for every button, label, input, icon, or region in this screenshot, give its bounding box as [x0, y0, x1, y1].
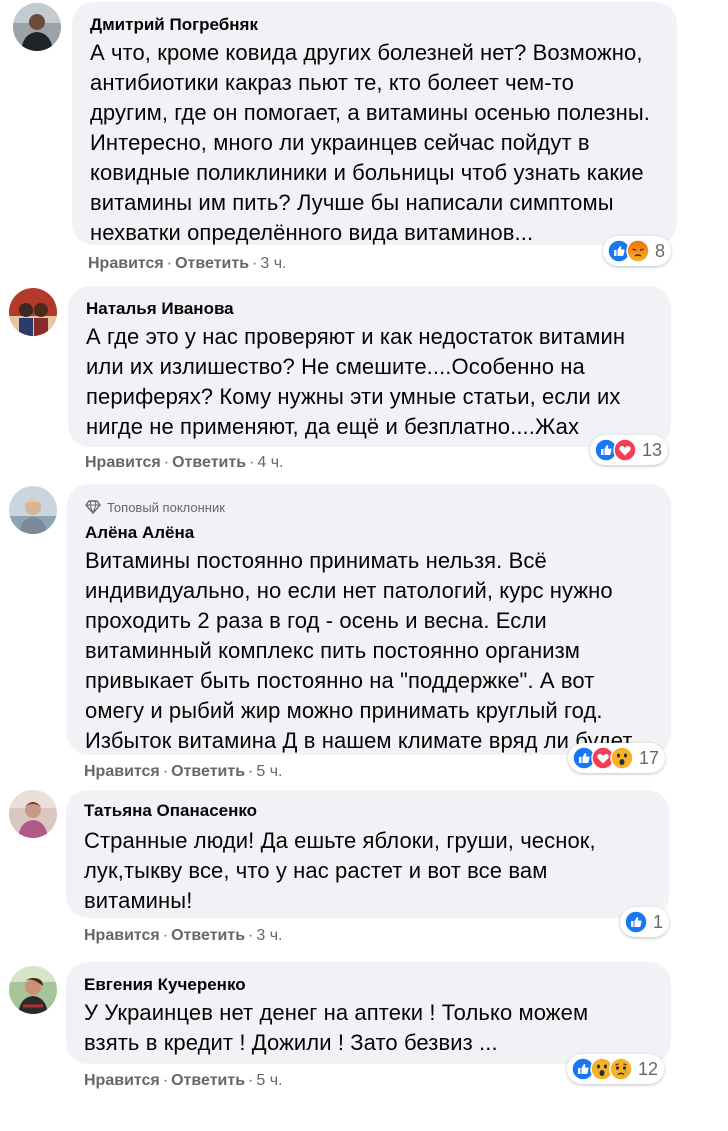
like-button[interactable]: Нравится	[84, 1072, 160, 1089]
comment-actions: Нравится · Ответить · 5 ч.	[84, 763, 283, 780]
author-name[interactable]: Дмитрий Погребняк	[90, 14, 659, 36]
comment-actions: Нравится · Ответить · 5 ч.	[84, 1072, 283, 1089]
comment-text: Витамины постоянно принимать нельзя. Всё…	[85, 548, 637, 753]
reactions-summary[interactable]: 12	[567, 1054, 665, 1084]
timestamp[interactable]: 3 ч.	[260, 255, 286, 272]
love-icon	[613, 438, 637, 462]
top-fan-badge[interactable]: Топовый поклонник	[85, 496, 653, 518]
like-icon	[624, 910, 648, 934]
reaction-count: 1	[653, 911, 664, 932]
reactions-summary[interactable]: 17	[568, 743, 666, 773]
reaction-count: 12	[638, 1058, 659, 1079]
like-button[interactable]: Нравится	[88, 255, 164, 272]
badge-label: Топовый поклонник	[107, 499, 225, 515]
comment-actions: Нравится · Ответить · 4 ч.	[85, 454, 284, 471]
comment-text: У Украинцев нет денег на аптеки ! Только…	[84, 1000, 589, 1055]
reaction-count: 8	[655, 240, 666, 261]
comment-bubble: Евгения Кучеренко У Украинцев нет денег …	[66, 962, 671, 1064]
reply-button[interactable]: Ответить	[171, 927, 245, 944]
sad-icon	[609, 1057, 633, 1081]
comment-text: А что, кроме ковида других болезней нет?…	[90, 40, 650, 245]
reactions-summary[interactable]: 13	[590, 435, 669, 465]
comment-actions: Нравится · Ответить · 3 ч.	[84, 927, 283, 944]
reply-button[interactable]: Ответить	[175, 255, 249, 272]
author-name[interactable]: Наталья Иванова	[86, 298, 653, 320]
avatar[interactable]	[9, 288, 57, 336]
comment-text: Странные люди! Да ешьте яблоки, груши, ч…	[84, 828, 596, 913]
author-name[interactable]: Татьяна Опанасенко	[84, 800, 651, 822]
timestamp[interactable]: 4 ч.	[257, 454, 283, 471]
reactions-summary[interactable]: 8	[603, 236, 672, 266]
reply-button[interactable]: Ответить	[172, 454, 246, 471]
reactions-summary[interactable]: 1	[620, 907, 670, 937]
comment-bubble: Топовый поклонник Алёна Алёна Витамины п…	[67, 484, 671, 755]
reply-button[interactable]: Ответить	[171, 763, 245, 780]
reaction-count: 17	[639, 747, 660, 768]
comment-actions: Нравится · Ответить · 3 ч.	[88, 255, 287, 272]
like-button[interactable]: Нравится	[85, 454, 161, 471]
author-name[interactable]: Евгения Кучеренко	[84, 974, 653, 996]
comment-bubble: Дмитрий Погребняк А что, кроме ковида др…	[72, 2, 677, 245]
reaction-count: 13	[642, 439, 663, 460]
comment-bubble: Татьяна Опанасенко Странные люди! Да ешь…	[66, 790, 669, 918]
timestamp[interactable]: 5 ч.	[256, 763, 282, 780]
diamond-icon	[85, 500, 101, 515]
angry-icon	[626, 239, 650, 263]
wow-icon	[610, 746, 634, 770]
comment-bubble: Наталья Иванова А где это у нас проверяю…	[68, 286, 671, 447]
comment-text: А где это у нас проверяют и как недостат…	[86, 324, 626, 439]
like-button[interactable]: Нравится	[84, 763, 160, 780]
author-name[interactable]: Алёна Алёна	[85, 522, 653, 544]
like-button[interactable]: Нравится	[84, 927, 160, 944]
timestamp[interactable]: 5 ч.	[256, 1072, 282, 1089]
timestamp[interactable]: 3 ч.	[256, 927, 282, 944]
avatar[interactable]	[13, 3, 61, 51]
reply-button[interactable]: Ответить	[171, 1072, 245, 1089]
avatar[interactable]	[9, 790, 57, 838]
avatar[interactable]	[9, 966, 57, 1014]
avatar[interactable]	[9, 486, 57, 534]
